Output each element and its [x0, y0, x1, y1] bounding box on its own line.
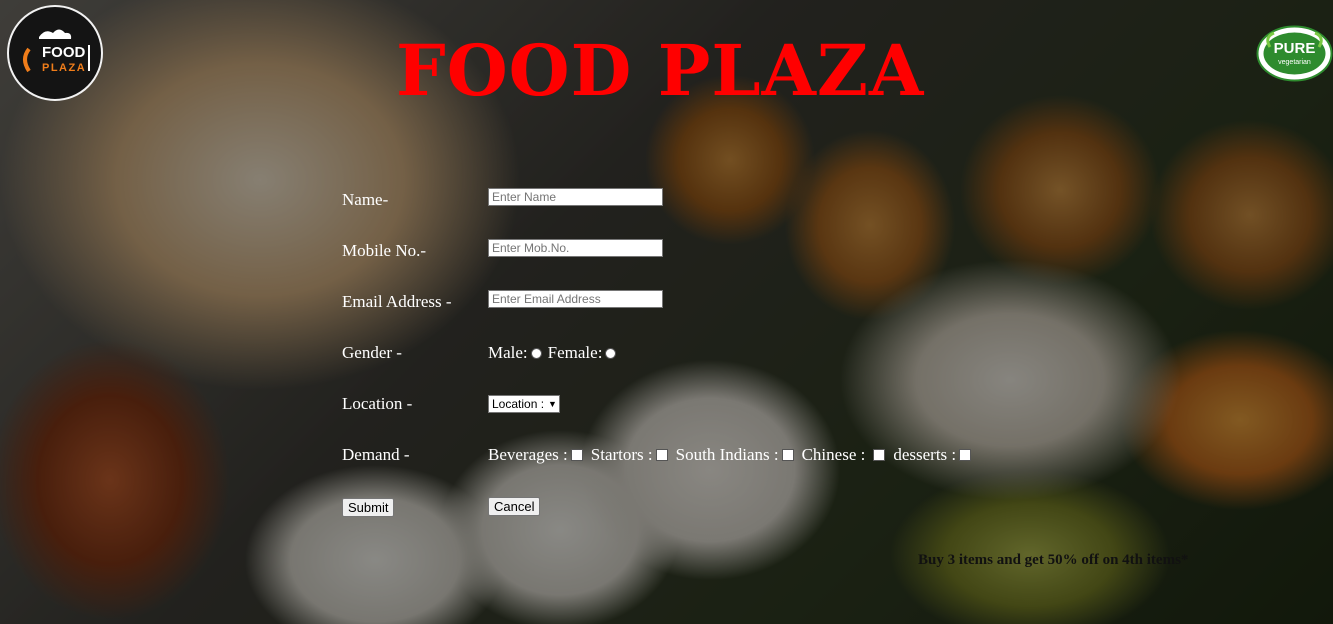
badge-text-vegetarian: vegetarian — [1278, 59, 1311, 66]
chevron-down-icon: ▼ — [548, 399, 557, 409]
logo-text-food: FOOD — [42, 44, 85, 61]
food-plaza-logo: FOOD PLAZA — [7, 5, 103, 101]
demand-startors-label: Startors : — [590, 445, 653, 464]
demand-beverages-checkbox[interactable] — [570, 449, 583, 461]
logo-swoosh — [23, 47, 31, 73]
gender-row: Gender - Male: Female: — [342, 331, 1022, 375]
demand-chinese-label: Chinese : — [801, 445, 866, 464]
gender-male-label: Male: — [488, 343, 528, 362]
mobile-row: Mobile No.- — [342, 229, 1022, 273]
actions-row: Submit Cancel — [342, 484, 1022, 528]
gender-female-label: Female: — [547, 343, 603, 362]
name-row: Name- — [342, 178, 1022, 222]
gender-label: Gender - — [342, 343, 402, 362]
name-label: Name- — [342, 190, 389, 209]
gender-male-radio[interactable] — [530, 347, 542, 359]
demand-chinese-checkbox[interactable] — [873, 449, 886, 461]
page-title: FOOD PLAZA — [396, 29, 925, 112]
location-selected-value: Location : — [492, 397, 545, 411]
demand-row: Demand - Beverages : Startors : South In… — [342, 433, 1022, 477]
demand-beverages-label: Beverages : — [488, 445, 568, 464]
cancel-button[interactable]: Cancel — [488, 497, 541, 516]
mobile-label: Mobile No.- — [342, 241, 427, 260]
demand-desserts-checkbox[interactable] — [959, 449, 972, 461]
demand-startors-checkbox[interactable] — [655, 449, 668, 461]
location-select[interactable]: Location : ▼ — [488, 395, 560, 413]
location-label: Location - — [342, 394, 413, 413]
submit-button[interactable]: Submit — [342, 498, 395, 517]
name-input[interactable] — [488, 188, 663, 206]
email-row: Email Address - — [342, 280, 1022, 324]
location-row: Location - Location : ▼ — [342, 382, 1022, 426]
gender-female-radio[interactable] — [605, 347, 617, 359]
mobile-input[interactable] — [488, 239, 663, 257]
logo-text-plaza: PLAZA — [42, 62, 86, 74]
badge-text-pure: PURE — [1274, 40, 1316, 57]
pure-vegetarian-badge: PURE vegetarian — [1256, 25, 1333, 82]
demand-desserts-label: desserts : — [893, 445, 957, 464]
demand-south-indians-label: South Indians : — [675, 445, 779, 464]
chef-hat-icon — [39, 29, 72, 39]
email-label: Email Address - — [342, 292, 452, 311]
demand-label: Demand - — [342, 445, 410, 464]
email-input[interactable] — [488, 290, 663, 308]
demand-south-indians-checkbox[interactable] — [781, 449, 794, 461]
offer-text: Buy 3 items and get 50% off on 4th items… — [918, 552, 1189, 568]
